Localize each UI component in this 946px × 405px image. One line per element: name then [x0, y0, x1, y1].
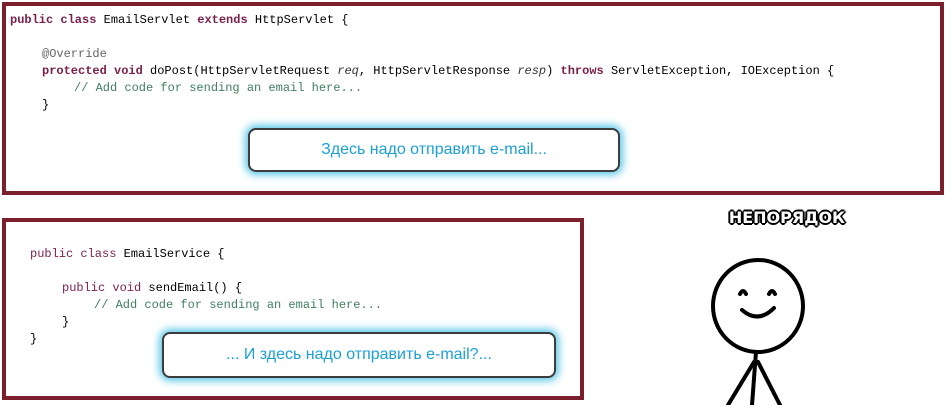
code-text: ) [546, 64, 561, 78]
code-line: protected void doPost(HttpServletRequest… [42, 63, 834, 80]
keyword: public class [10, 13, 97, 27]
code-text: } [42, 98, 50, 112]
code-text: } [30, 332, 38, 346]
stick-figure-eye [738, 289, 748, 296]
code-line: @Override [42, 46, 107, 63]
keyword: throws [560, 64, 604, 78]
code-line: // Add code for sending an email here... [94, 297, 382, 314]
code-line: } [62, 314, 69, 331]
code-comment: // Add code for sending an email here... [74, 81, 363, 95]
stick-figure-body [750, 350, 758, 405]
code-text: sendEmail() { [141, 281, 243, 295]
code-text: EmailService { [116, 247, 225, 261]
stick-figure-arm [726, 360, 756, 405]
code-text: doPost(HttpServletRequest [142, 64, 338, 78]
keyword: public void [62, 281, 142, 295]
keyword: public class [30, 247, 117, 261]
code-text: , HttpServletResponse [358, 64, 518, 78]
stick-figure-head [711, 258, 805, 354]
code-line: public class EmailService { [30, 246, 224, 263]
stick-figure-arm [756, 360, 782, 405]
callout-text: Здесь надо отправить e-mail... [321, 141, 547, 158]
stick-figure-smile [740, 306, 776, 319]
parameter: resp [517, 64, 547, 78]
keyword: protected void [42, 64, 143, 78]
meme-image: НЕПОРЯДОК [628, 200, 946, 405]
code-line: } [30, 331, 37, 348]
annotation: @Override [42, 47, 107, 61]
keyword: extends [197, 13, 248, 27]
code-line: public void sendEmail() { [62, 280, 242, 297]
code-line: } [42, 97, 49, 114]
code-text: ServletException, IOException { [603, 64, 835, 78]
callout-send-email-here-too: ... И здесь надо отправить e-mail?... [162, 332, 556, 378]
stick-figure-eye [767, 289, 777, 296]
code-line: public class EmailServlet extends HttpSe… [10, 12, 349, 29]
code-line: // Add code for sending an email here... [74, 80, 362, 97]
code-comment: // Add code for sending an email here... [94, 298, 383, 312]
code-text: } [62, 315, 70, 329]
stick-figure-drawing [711, 258, 805, 405]
code-text: EmailServlet [96, 13, 198, 27]
callout-send-email-here: Здесь надо отправить e-mail... [248, 128, 620, 172]
code-text: HttpServlet { [247, 13, 349, 27]
parameter: req [337, 64, 359, 78]
callout-text: ... И здесь надо отправить e-mail?... [226, 346, 492, 363]
